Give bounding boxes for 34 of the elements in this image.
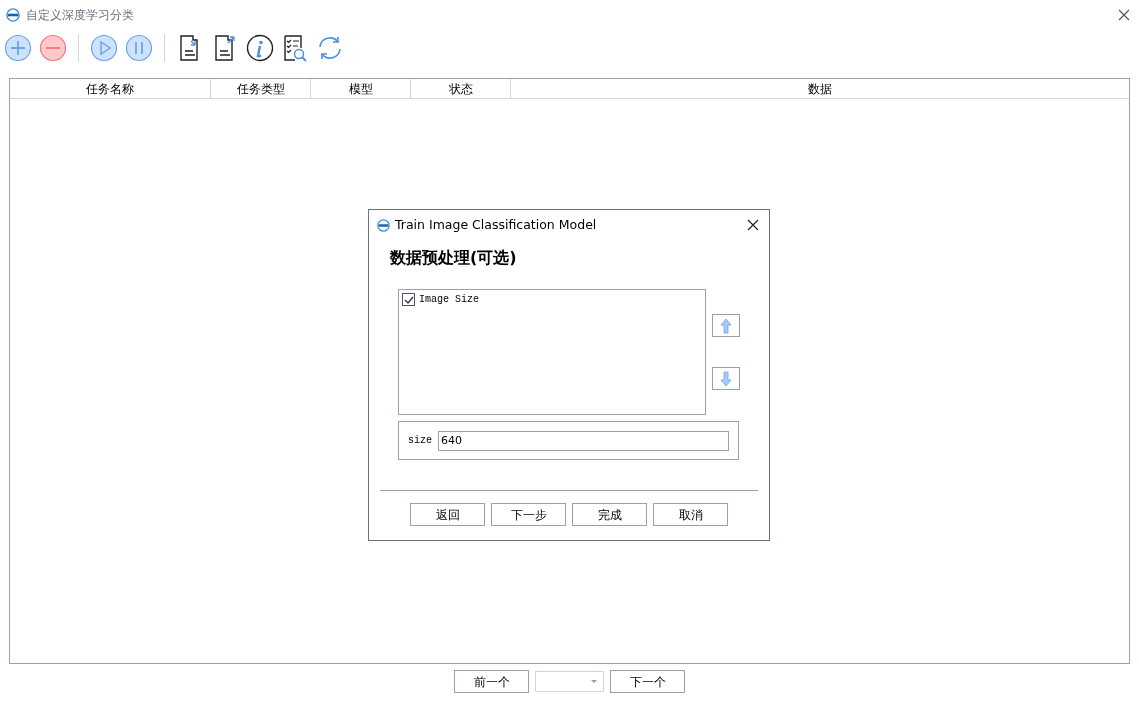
info-icon[interactable] bbox=[246, 34, 274, 62]
dialog-button[interactable]: 下一步 bbox=[491, 503, 566, 526]
dialog-title: Train Image Classification Model bbox=[395, 215, 597, 234]
close-icon[interactable] bbox=[1117, 8, 1131, 22]
column-header[interactable]: 数据 bbox=[510, 79, 1129, 98]
remove-icon[interactable] bbox=[39, 34, 67, 62]
field-label: size bbox=[408, 434, 432, 448]
window-title: 自定义深度学习分类 bbox=[26, 7, 134, 24]
dialog-button[interactable]: 取消 bbox=[653, 503, 728, 526]
dropdown-caret-icon bbox=[591, 679, 597, 684]
dialog-button[interactable]: 返回 bbox=[410, 503, 485, 526]
column-header[interactable]: 状态 bbox=[410, 79, 510, 98]
column-header[interactable]: 模型 bbox=[310, 79, 410, 98]
previous-button[interactable]: 前一个 bbox=[454, 670, 529, 693]
column-header[interactable]: 任务类型 bbox=[210, 79, 310, 98]
column-header[interactable]: 任务名称 bbox=[10, 79, 210, 98]
logo-icon bbox=[6, 8, 20, 22]
next-button[interactable]: 下一个 bbox=[610, 670, 685, 693]
refresh-icon[interactable] bbox=[316, 34, 344, 62]
option-label: Image Size bbox=[419, 293, 479, 307]
size-input[interactable]: 640 bbox=[438, 430, 729, 451]
pause-icon[interactable] bbox=[125, 34, 153, 62]
checkbox[interactable] bbox=[402, 293, 415, 306]
checklist-search-icon[interactable] bbox=[281, 34, 309, 62]
move-down-button[interactable] bbox=[712, 367, 740, 390]
logo-icon bbox=[377, 218, 390, 232]
add-icon[interactable] bbox=[4, 34, 32, 62]
close-icon[interactable] bbox=[747, 219, 759, 231]
move-up-button[interactable] bbox=[712, 314, 740, 337]
play-icon[interactable] bbox=[90, 34, 118, 62]
dialog-heading: 数据预处理(可选) bbox=[390, 247, 518, 269]
up-arrow-icon bbox=[720, 317, 732, 334]
dialog-button[interactable]: 完成 bbox=[572, 503, 647, 526]
down-arrow-icon bbox=[720, 370, 732, 387]
